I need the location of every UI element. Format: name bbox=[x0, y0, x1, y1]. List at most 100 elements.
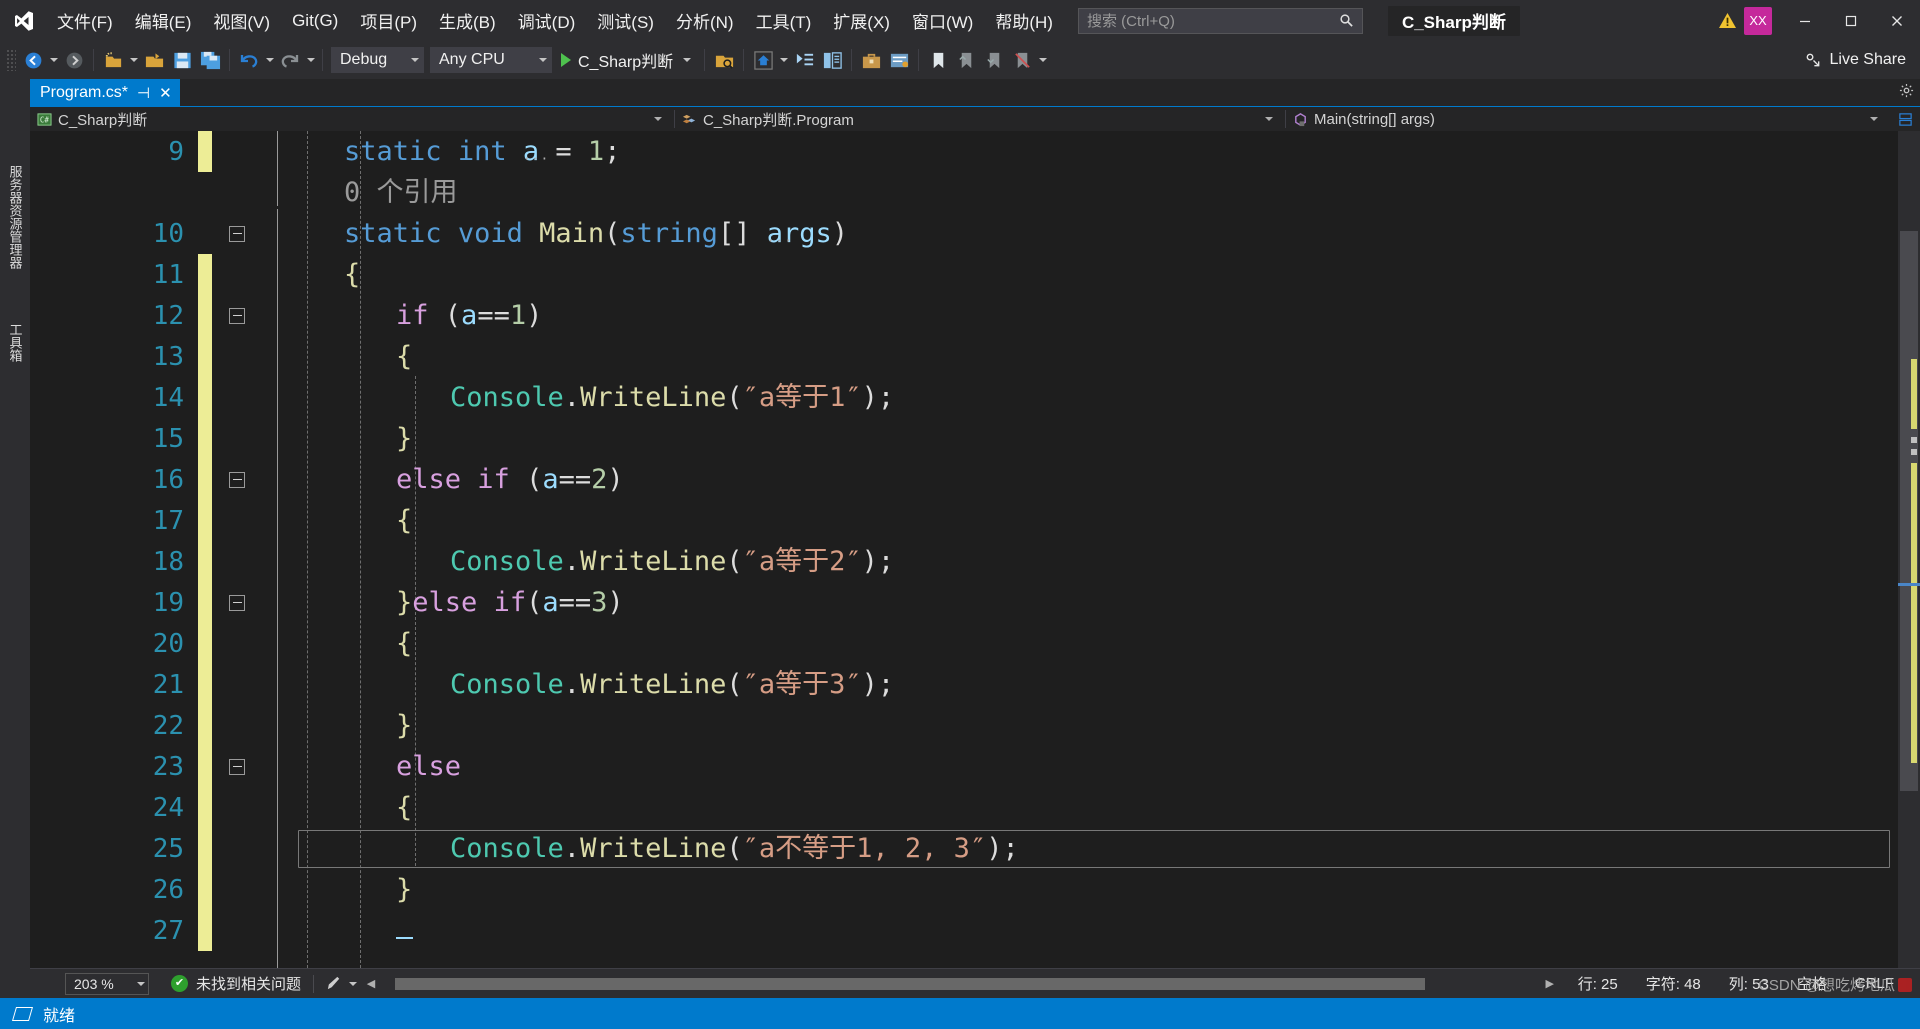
start-debugging-button[interactable]: C_Sharp判断 bbox=[555, 46, 699, 74]
fold-toggle[interactable] bbox=[224, 307, 250, 324]
toolbox-button[interactable] bbox=[857, 46, 885, 74]
code-text: Console.WriteLine(″a不等于1, 2, 3″); bbox=[450, 833, 1019, 864]
code-line-current[interactable]: 25 Console.WriteLine(″a不等于1, 2, 3″); bbox=[30, 828, 1898, 869]
navigate-forward-button[interactable] bbox=[60, 46, 88, 74]
navbar-member-combo[interactable]: Main(string[] args) bbox=[1286, 107, 1890, 131]
menu-git[interactable]: Git(G) bbox=[281, 0, 349, 41]
code-editor-wrapper: 9 static int a = 1; 0 个引用 bbox=[30, 131, 1920, 968]
new-project-button[interactable] bbox=[99, 46, 127, 74]
text-caret bbox=[396, 937, 413, 939]
previous-bookmark-button[interactable] bbox=[952, 46, 980, 74]
code-line[interactable]: 13 { bbox=[30, 336, 1898, 377]
menu-build[interactable]: 生成(B) bbox=[428, 0, 507, 41]
avatar[interactable]: XX bbox=[1744, 6, 1772, 35]
error-list-button[interactable] bbox=[885, 46, 913, 74]
horizontal-scrollbar-track[interactable] bbox=[379, 975, 1542, 992]
menu-view[interactable]: 视图(V) bbox=[202, 0, 281, 41]
navigation-bar: C# C_Sharp判断 C_Sharp判断.Program Main(stri… bbox=[30, 106, 1920, 131]
navigate-backward-dropdown-icon[interactable] bbox=[47, 58, 60, 62]
code-editor[interactable]: 9 static int a = 1; 0 个引用 bbox=[30, 131, 1898, 968]
menu-project[interactable]: 项目(P) bbox=[349, 0, 428, 41]
code-line[interactable]: 19 }else if(a==3) bbox=[30, 582, 1898, 623]
menu-edit[interactable]: 编辑(E) bbox=[124, 0, 203, 41]
rail-toolbox[interactable]: 工具箱 bbox=[0, 305, 30, 379]
tab-program-cs[interactable]: Program.cs* ⊣ ✕ bbox=[30, 79, 180, 106]
watermark-icon bbox=[1898, 978, 1912, 992]
format-brush-icon[interactable] bbox=[326, 975, 358, 992]
maximize-button[interactable] bbox=[1828, 0, 1874, 41]
fold-toggle[interactable] bbox=[224, 225, 250, 242]
codelens-line[interactable]: 0 个引用 bbox=[30, 172, 1898, 213]
minimize-button[interactable] bbox=[1782, 0, 1828, 41]
menu-help[interactable]: 帮助(H) bbox=[984, 0, 1064, 41]
code-line[interactable]: 10 static void Main(string[] args) bbox=[30, 213, 1898, 254]
codelens-text[interactable]: 0 个引用 bbox=[250, 172, 1898, 213]
code-line[interactable]: 16 else if (a==2) bbox=[30, 459, 1898, 500]
undo-button[interactable] bbox=[235, 46, 263, 74]
menu-debug[interactable]: 调试(D) bbox=[507, 0, 587, 41]
search-icon bbox=[1338, 12, 1356, 30]
open-file-button[interactable] bbox=[140, 46, 168, 74]
document-settings-icon[interactable] bbox=[1899, 83, 1914, 103]
save-all-button[interactable] bbox=[196, 46, 224, 74]
code-line[interactable]: 15 } bbox=[30, 418, 1898, 459]
redo-dropdown-icon[interactable] bbox=[304, 58, 317, 62]
code-line[interactable]: 26 } bbox=[30, 869, 1898, 910]
toolbar-grip[interactable] bbox=[6, 49, 16, 71]
zoom-level-combo[interactable]: 203 % bbox=[65, 972, 149, 995]
live-share-button[interactable]: Live Share bbox=[1796, 51, 1920, 70]
menu-test[interactable]: 测试(S) bbox=[586, 0, 665, 41]
scroll-left-icon[interactable]: ◀ bbox=[363, 977, 379, 990]
navbar-type-combo[interactable]: C_Sharp判断.Program bbox=[675, 107, 1285, 131]
code-line[interactable]: 22 } bbox=[30, 705, 1898, 746]
toolbar-overflow-icon[interactable] bbox=[1036, 58, 1049, 62]
menu-file[interactable]: 文件(F) bbox=[46, 0, 124, 41]
redo-button[interactable] bbox=[276, 46, 304, 74]
toggle-bookmark-button[interactable] bbox=[924, 46, 952, 74]
code-line[interactable]: 21 Console.WriteLine(″a等于3″); bbox=[30, 664, 1898, 705]
solution-explorer-home-button[interactable] bbox=[749, 46, 777, 74]
undo-dropdown-icon[interactable] bbox=[263, 58, 276, 62]
code-line[interactable]: 20 { bbox=[30, 623, 1898, 664]
code-line[interactable]: 24 { bbox=[30, 787, 1898, 828]
object-browser-button[interactable] bbox=[818, 46, 846, 74]
navigate-backward-button[interactable] bbox=[19, 46, 47, 74]
solution-platform-combo[interactable]: Any CPU bbox=[430, 47, 552, 73]
next-bookmark-button[interactable] bbox=[980, 46, 1008, 74]
new-project-dropdown-icon[interactable] bbox=[127, 58, 140, 62]
rail-server-explorer[interactable]: 服务器资源管理器 bbox=[0, 137, 30, 297]
search-input[interactable]: 搜索 (Ctrl+Q) bbox=[1077, 7, 1363, 34]
navbar-project-combo[interactable]: C# C_Sharp判断 bbox=[30, 107, 674, 131]
scroll-right-icon[interactable]: ▶ bbox=[1542, 977, 1558, 990]
fold-toggle[interactable] bbox=[224, 594, 250, 611]
menu-extensions[interactable]: 扩展(X) bbox=[822, 0, 901, 41]
menu-tools[interactable]: 工具(T) bbox=[745, 0, 823, 41]
search-solution-explorer-button[interactable] bbox=[710, 46, 738, 74]
pin-tab-icon[interactable]: ⊣ bbox=[137, 84, 150, 102]
code-line[interactable]: 18 Console.WriteLine(″a等于2″); bbox=[30, 541, 1898, 582]
close-button[interactable] bbox=[1874, 0, 1920, 41]
change-bar bbox=[198, 295, 212, 336]
code-line[interactable]: 9 static int a = 1; bbox=[30, 131, 1898, 172]
solution-explorer-dropdown-icon[interactable] bbox=[777, 58, 790, 62]
clear-bookmarks-button[interactable] bbox=[1008, 46, 1036, 74]
fold-toggle[interactable] bbox=[224, 471, 250, 488]
code-line[interactable]: 17 { bbox=[30, 500, 1898, 541]
fold-toggle[interactable] bbox=[224, 758, 250, 775]
code-line[interactable]: 14 Console.WriteLine(″a等于1″); bbox=[30, 377, 1898, 418]
menu-analyze[interactable]: 分析(N) bbox=[665, 0, 745, 41]
save-button[interactable] bbox=[168, 46, 196, 74]
problems-summary[interactable]: 未找到相关问题 bbox=[171, 973, 301, 994]
code-line[interactable]: 23 else bbox=[30, 746, 1898, 787]
notification-warning-icon[interactable] bbox=[1712, 12, 1742, 29]
vertical-scrollbar[interactable] bbox=[1898, 131, 1920, 968]
solution-configuration-combo[interactable]: Debug bbox=[331, 47, 424, 73]
code-line[interactable]: 12 if (a==1) bbox=[30, 295, 1898, 336]
horizontal-scrollbar[interactable]: ◀ ▶ bbox=[363, 975, 1558, 992]
code-line[interactable]: 27 bbox=[30, 910, 1898, 951]
code-line[interactable]: 11 { bbox=[30, 254, 1898, 295]
menu-window[interactable]: 窗口(W) bbox=[901, 0, 984, 41]
close-tab-icon[interactable]: ✕ bbox=[159, 84, 172, 102]
navbar-split-button[interactable] bbox=[1890, 107, 1920, 131]
properties-window-button[interactable] bbox=[790, 46, 818, 74]
